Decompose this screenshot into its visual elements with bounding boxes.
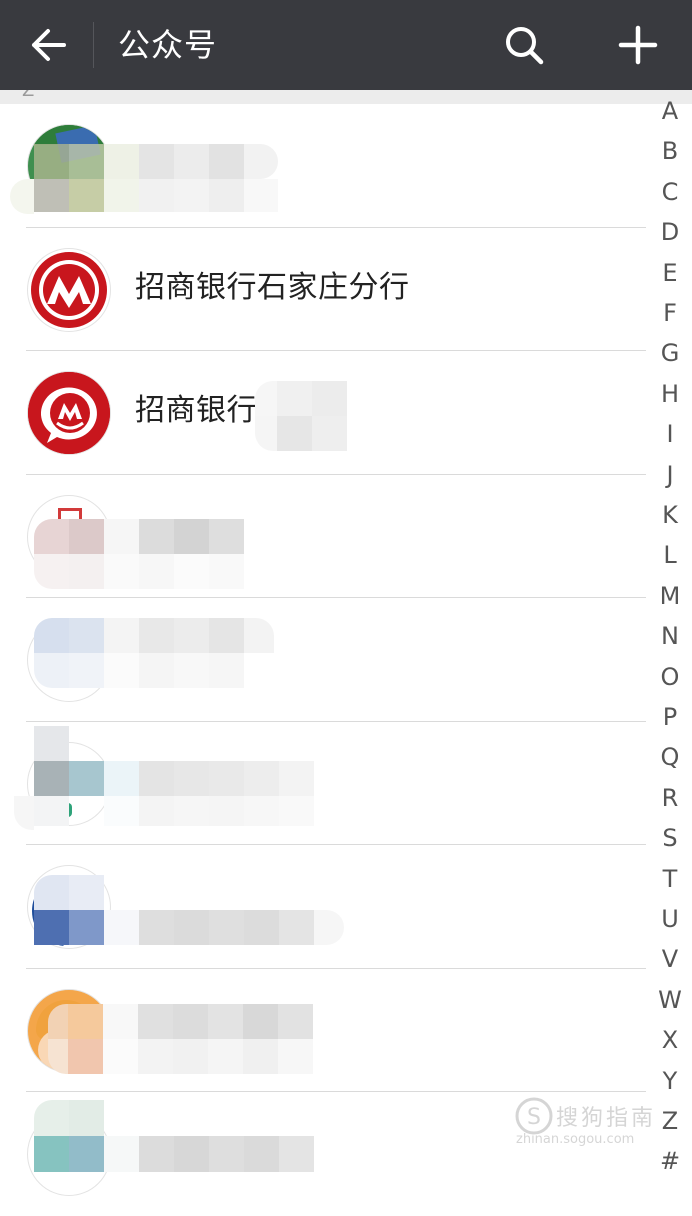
blurred-name (34, 875, 344, 945)
index-letter[interactable]: G (648, 338, 692, 368)
arrow-left-icon (32, 29, 66, 61)
section-header: Z (0, 90, 692, 104)
index-letter[interactable]: V (648, 944, 692, 974)
index-letter[interactable]: D (648, 217, 692, 247)
index-letter[interactable]: T (648, 864, 692, 894)
list-item[interactable] (0, 598, 650, 722)
list-item[interactable] (0, 475, 650, 598)
list-item[interactable]: 招商银行 (0, 351, 650, 475)
add-button[interactable] (612, 20, 664, 70)
account-list: 招商银行石家庄分行 招商银行 (0, 104, 650, 1216)
blurred-name (14, 725, 344, 830)
search-button[interactable] (500, 22, 548, 68)
index-letter[interactable]: Y (648, 1066, 692, 1096)
blurred-name (34, 618, 274, 688)
top-bar: 公众号 (0, 0, 692, 90)
index-letter[interactable]: M (648, 581, 692, 611)
index-letter[interactable]: W (648, 985, 692, 1015)
blurred-name (34, 1100, 334, 1180)
cmb-logo-icon (28, 372, 110, 454)
index-letter[interactable]: J (648, 460, 692, 490)
index-letter[interactable]: K (648, 500, 692, 530)
index-letter[interactable]: O (648, 662, 692, 692)
blurred-name (48, 1003, 338, 1074)
avatar (27, 247, 111, 332)
index-letter[interactable]: A (648, 96, 692, 126)
index-letter[interactable]: E (648, 258, 692, 288)
account-name: 招商银行石家庄分行 (135, 269, 410, 305)
index-letter[interactable]: F (648, 298, 692, 328)
header-divider (93, 22, 94, 68)
alphabet-index[interactable]: A B C D E F G H I J K L M N O P Q R S T U V W X Y Z # (648, 96, 692, 1182)
index-letter[interactable]: H (648, 379, 692, 409)
plus-icon (618, 25, 658, 65)
section-letter: Z (22, 90, 35, 101)
index-letter[interactable]: X (648, 1025, 692, 1055)
page-title: 公众号 (118, 26, 218, 64)
index-letter[interactable]: S (648, 823, 692, 853)
list-item[interactable] (0, 969, 650, 1092)
index-letter[interactable]: U (648, 904, 692, 934)
index-letter[interactable]: B (648, 136, 692, 166)
list-item[interactable] (0, 845, 650, 969)
index-letter[interactable]: Q (648, 742, 692, 772)
index-letter[interactable]: C (648, 177, 692, 207)
blurred-name (34, 518, 266, 589)
blurred-name (10, 144, 280, 214)
list-item[interactable]: 招商银行石家庄分行 (0, 228, 650, 351)
avatar (27, 371, 111, 455)
index-letter[interactable]: N (648, 621, 692, 651)
cmb-logo-icon (31, 251, 107, 328)
list-item[interactable] (0, 722, 650, 845)
account-name: 招商银行 (135, 393, 257, 428)
index-letter[interactable]: R (648, 783, 692, 813)
index-letter[interactable]: # (648, 1146, 692, 1176)
search-icon (506, 27, 544, 65)
index-letter[interactable]: I (648, 419, 692, 449)
list-item[interactable] (0, 1092, 650, 1216)
index-letter[interactable]: P (648, 702, 692, 732)
index-letter[interactable]: L (648, 540, 692, 570)
index-letter[interactable]: Z (648, 1106, 692, 1136)
back-button[interactable] (22, 22, 72, 68)
list-item[interactable] (0, 104, 650, 228)
blurred-name (255, 381, 347, 451)
